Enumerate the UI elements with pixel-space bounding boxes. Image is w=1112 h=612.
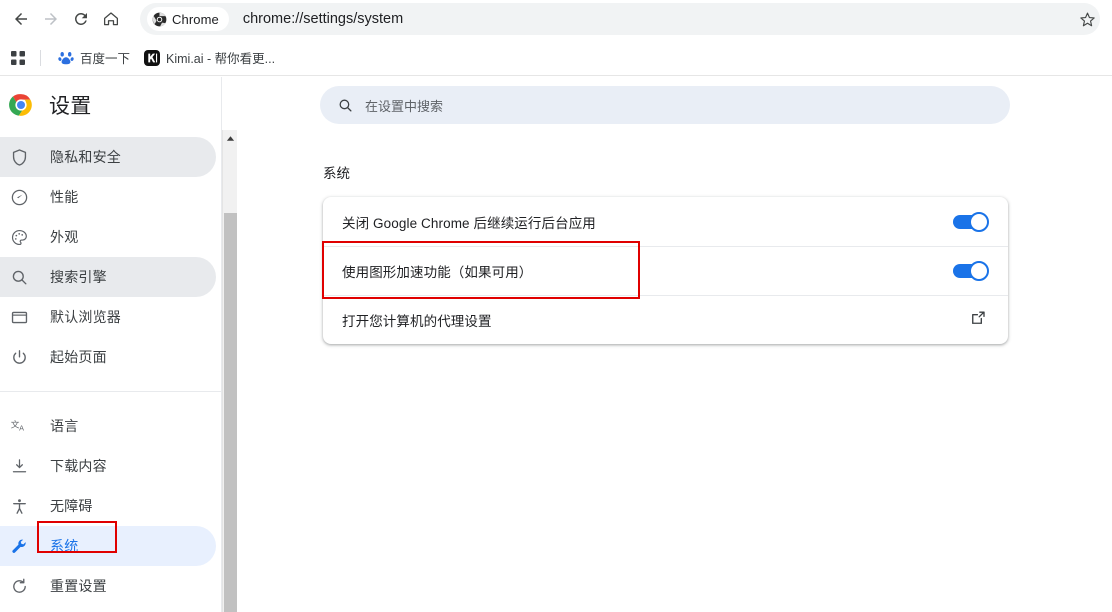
sidebar-item-label: 重置设置 [50, 578, 107, 594]
sidebar-item-default-browser[interactable]: 默认浏览器 [0, 297, 216, 337]
sidebar-item-label: 隐私和安全 [50, 149, 121, 165]
bookmark-label: 百度一下 [80, 52, 131, 66]
sidebar-item-label: 搜索引擎 [50, 269, 107, 285]
site-chip[interactable]: Chrome [147, 7, 229, 31]
bookmark-label: Kimi.ai - 帮你看更... [166, 52, 276, 66]
bookmark-star-icon [1079, 12, 1095, 26]
address-bar-url[interactable]: chrome://settings/system [243, 11, 403, 27]
reload-icon [74, 12, 87, 25]
toggle-knob [969, 261, 989, 281]
apps-grid-icon [11, 50, 25, 65]
settings-main-content: 在设置中搜索 系统 关闭 Google Chrome 后继续运行后台应用 使用图… [237, 77, 1112, 612]
forward-button[interactable] [36, 4, 66, 34]
sidebar-item-accessibility[interactable]: 无障碍 [0, 486, 216, 526]
sidebar-item-startup-page[interactable]: 起始页面 [0, 337, 216, 377]
kimi-k-icon [144, 49, 161, 66]
reset-icon [8, 577, 30, 596]
home-icon [103, 12, 119, 26]
sidebar-item-appearance[interactable]: 外观 [0, 217, 216, 257]
search-input-placeholder[interactable]: 在设置中搜索 [365, 96, 443, 115]
bookmark-star-button[interactable] [1072, 4, 1102, 34]
wrench-icon [8, 537, 30, 556]
sidebar-divider [0, 391, 222, 392]
scrollbar-thumb[interactable] [224, 213, 237, 612]
forward-arrow-icon [45, 13, 57, 25]
bookmark-item-kimi[interactable]: Kimi.ai - 帮你看更... [137, 45, 282, 71]
translate-icon: 文 A [8, 417, 30, 436]
chrome-logo-mono-icon [152, 12, 167, 26]
search-icon [8, 268, 30, 287]
system-settings-card: 关闭 Google Chrome 后继续运行后台应用 使用图形加速功能（如果可用… [323, 197, 1008, 344]
settings-page: 设置 隐私和安全 性能 外观 搜索引擎 默认浏览器 起始页面 文 A 语言 下载… [0, 77, 1112, 612]
setting-label: 使用图形加速功能（如果可用） [342, 265, 533, 280]
sidebar-item-label: 语言 [50, 418, 79, 434]
settings-nav-list: 隐私和安全 性能 外观 搜索引擎 默认浏览器 起始页面 文 A 语言 下载内容 … [0, 137, 222, 606]
sidebar-item-reset-settings[interactable]: 重置设置 [0, 566, 216, 606]
speedometer-icon [8, 188, 30, 207]
back-button[interactable] [6, 4, 36, 34]
download-icon [8, 457, 30, 476]
bookmarks-bar: 百度一下 Kimi.ai - 帮你看更... [0, 40, 1112, 76]
search-icon [337, 97, 354, 114]
background-apps-toggle[interactable] [953, 211, 989, 232]
browser-toolbar: Chrome chrome://settings/system [0, 0, 1112, 38]
svg-text:A: A [19, 423, 24, 432]
bookmarks-divider [40, 49, 41, 66]
settings-sidebar: 设置 隐私和安全 性能 外观 搜索引擎 默认浏览器 起始页面 文 A 语言 下载… [0, 77, 222, 612]
sidebar-item-label: 外观 [50, 229, 79, 245]
palette-icon [8, 228, 30, 247]
graphics-acceleration-toggle[interactable] [953, 261, 989, 281]
sidebar-item-label: 性能 [50, 189, 79, 205]
sidebar-item-performance[interactable]: 性能 [0, 177, 216, 217]
back-arrow-icon [15, 13, 27, 25]
sidebar-item-privacy-security[interactable]: 隐私和安全 [0, 137, 216, 177]
sidebar-item-downloads[interactable]: 下载内容 [0, 446, 216, 486]
sidebar-item-label: 起始页面 [50, 349, 107, 365]
home-button[interactable] [96, 4, 126, 34]
setting-row-graphics-acceleration[interactable]: 使用图形加速功能（如果可用） [323, 246, 1008, 295]
reload-button[interactable] [66, 4, 96, 34]
browser-window-icon [8, 308, 30, 327]
page-scrollbar[interactable] [222, 130, 237, 612]
power-icon [8, 348, 30, 367]
accessibility-icon [8, 497, 30, 516]
sidebar-item-label: 系统 [50, 538, 79, 554]
sidebar-item-label: 默认浏览器 [50, 309, 121, 325]
site-chip-label: Chrome [172, 11, 219, 27]
sidebar-item-languages[interactable]: 文 A 语言 [0, 406, 216, 446]
section-title: 系统 [323, 166, 350, 181]
chrome-logo-color-icon [9, 94, 32, 116]
page-title: 设置 [49, 95, 92, 118]
sidebar-item-label: 下载内容 [50, 458, 107, 474]
scroll-up-arrow-icon[interactable] [223, 130, 238, 147]
baidu-paw-icon [58, 51, 74, 64]
address-bar[interactable]: Chrome chrome://settings/system [140, 3, 1100, 35]
sidebar-item-search-engine[interactable]: 搜索引擎 [0, 257, 216, 297]
setting-row-proxy-settings[interactable]: 打开您计算机的代理设置 [323, 295, 1008, 344]
setting-label: 打开您计算机的代理设置 [342, 314, 492, 329]
sidebar-item-system[interactable]: 系统 [0, 526, 216, 566]
setting-label: 关闭 Google Chrome 后继续运行后台应用 [342, 215, 596, 231]
apps-shortcut-button[interactable] [4, 44, 32, 72]
bookmark-item-baidu[interactable]: 百度一下 [51, 45, 137, 71]
settings-brand: 设置 [0, 77, 222, 133]
setting-row-background-apps[interactable]: 关闭 Google Chrome 后继续运行后台应用 [323, 197, 1008, 246]
toggle-knob [969, 211, 989, 232]
external-link-icon[interactable] [969, 309, 987, 332]
shield-icon [8, 148, 30, 167]
settings-search-box[interactable]: 在设置中搜索 [320, 86, 1010, 124]
sidebar-item-label: 无障碍 [50, 498, 93, 514]
